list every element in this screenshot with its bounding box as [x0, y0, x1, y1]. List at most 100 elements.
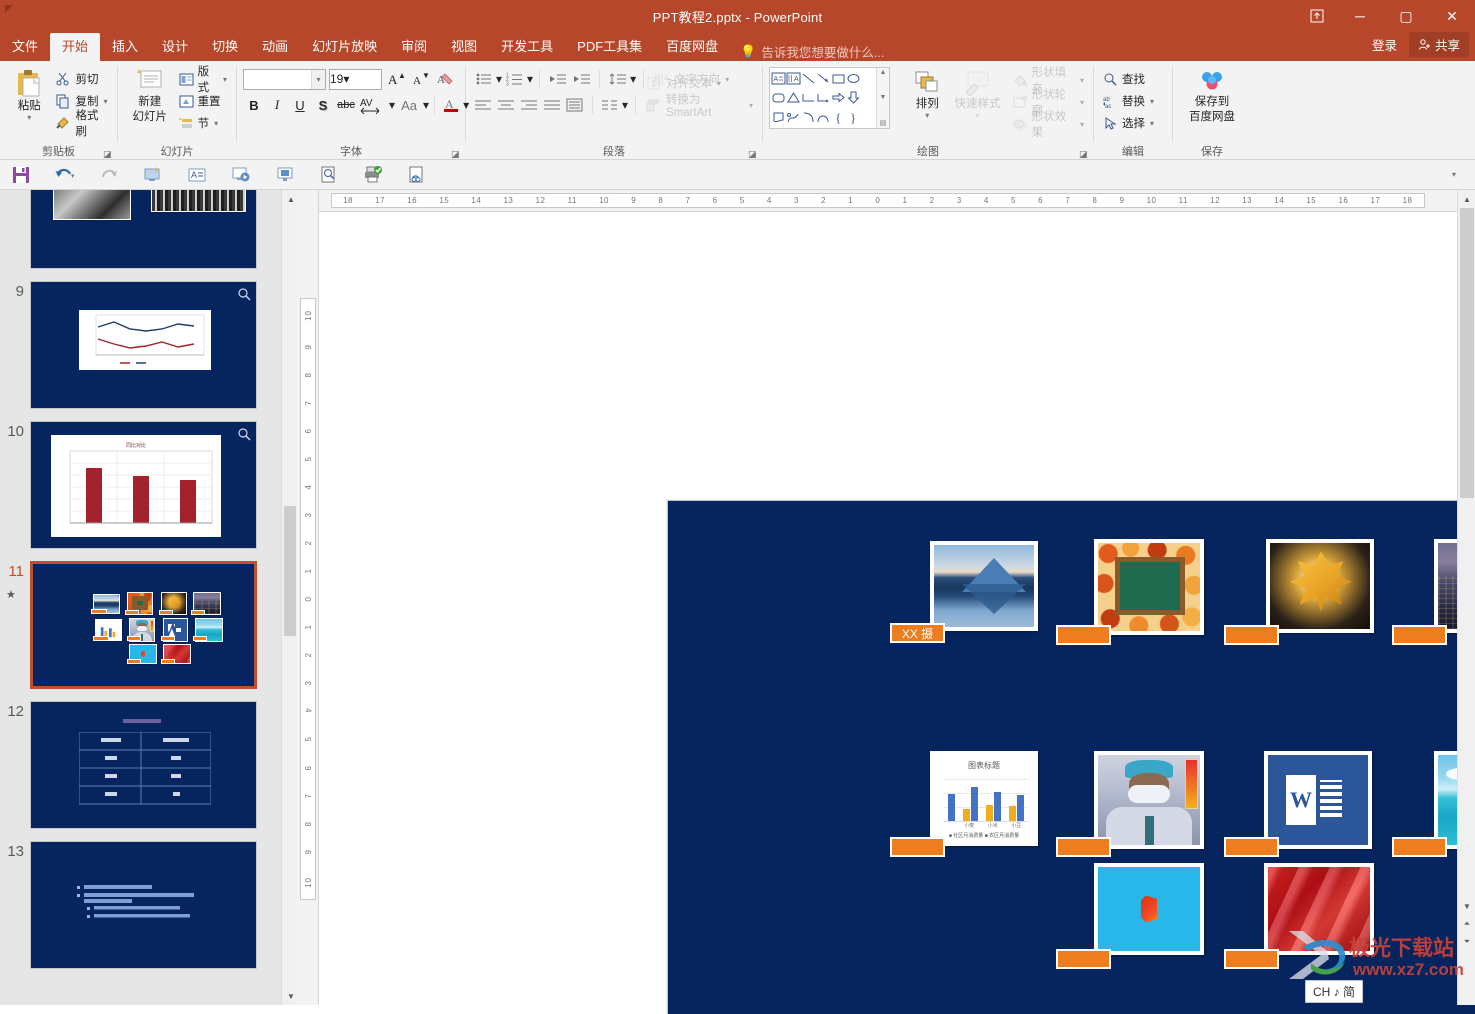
start-from-current-slide-icon[interactable] — [142, 164, 164, 186]
section-button[interactable]: 节 ▾ — [176, 112, 230, 134]
picture-office-logo[interactable] — [1094, 863, 1204, 955]
gallery-more-icon[interactable]: ▤ — [880, 119, 887, 127]
distribute-button[interactable] — [564, 94, 586, 116]
slide-vertical-scrollbar[interactable]: ▲ ▼ ⏶ ⏷ — [1457, 190, 1475, 1005]
chevron-down-icon[interactable]: ▾ — [622, 98, 628, 112]
font-dialog-launcher[interactable]: ◪ — [451, 149, 461, 159]
chevron-down-icon[interactable]: ▾ — [725, 75, 729, 84]
align-center-button[interactable] — [495, 94, 517, 116]
change-case-button[interactable]: Aa — [396, 94, 422, 116]
shape-elbow-connector[interactable] — [801, 88, 816, 107]
scroll-up-button[interactable]: ▲ — [1458, 190, 1475, 208]
ime-indicator[interactable]: CH ♪ 简 — [1304, 980, 1363, 1003]
tab-insert[interactable]: 插入 — [100, 33, 150, 61]
thumbnail-slide-8[interactable] — [30, 190, 257, 269]
shape-pentagon[interactable] — [771, 108, 786, 127]
tag-xx-she[interactable]: XX 摄 — [890, 623, 945, 643]
hyperlink-icon[interactable] — [406, 164, 428, 186]
shape-left-brace[interactable]: { — [831, 108, 846, 127]
shape-triangle[interactable] — [786, 88, 801, 107]
chevron-up-icon[interactable]: ▲ — [880, 69, 887, 76]
columns-button[interactable] — [599, 94, 621, 116]
convert-to-smartart-button[interactable]: 转换为 SmartArt ▾ — [643, 94, 756, 119]
slide-edit-area[interactable]: 18 17 16 15 14 13 12 11 10 9 8 7 6 5 4 3 2 1 0 1 2 3 4 5 6 7 8 9 10 1… — [319, 190, 1475, 1014]
shape-vertical-textbox[interactable]: A — [786, 69, 801, 88]
italic-button[interactable]: I — [266, 94, 288, 116]
quick-print-icon[interactable] — [362, 164, 384, 186]
shape-textbox[interactable]: A — [771, 69, 786, 88]
align-left-button[interactable] — [472, 94, 494, 116]
shape-line[interactable] — [801, 69, 816, 88]
shape-right-arrow[interactable] — [831, 88, 846, 107]
font-color-button[interactable]: A — [440, 94, 462, 116]
close-button[interactable]: ✕ — [1429, 0, 1475, 32]
shape-arc[interactable] — [801, 108, 816, 127]
scroll-thumb[interactable] — [284, 506, 296, 636]
tab-animations[interactable]: 动画 — [250, 33, 300, 61]
chevron-down-icon[interactable]: ▾ — [976, 111, 980, 120]
clear-formatting-button[interactable]: A — [435, 68, 457, 90]
thumbnail-slide-12[interactable] — [30, 701, 257, 829]
shape-rounded-rectangle[interactable] — [771, 88, 786, 107]
tag-picture-9[interactable] — [1056, 949, 1111, 969]
chevron-down-icon[interactable]: ▾ — [925, 111, 929, 120]
bullets-button[interactable] — [472, 68, 495, 90]
picture-chalkboard[interactable] — [1094, 539, 1204, 635]
slide-thumbnail-pane[interactable]: 9 10 同比对比 11 W ★ 12 13 ▲ ▼ — [0, 190, 297, 1005]
chevron-down-icon[interactable]: ▾ — [630, 72, 636, 86]
chevron-down-icon[interactable]: ▾ — [1080, 120, 1084, 129]
tab-slideshow[interactable]: 幻灯片放映 — [300, 33, 389, 61]
redo-icon[interactable] — [98, 164, 120, 186]
increase-indent-button[interactable] — [570, 68, 593, 90]
align-right-button[interactable] — [518, 94, 540, 116]
tag-picture-8[interactable] — [1392, 837, 1447, 857]
print-preview-icon[interactable] — [318, 164, 340, 186]
thumbnail-row[interactable] — [0, 190, 280, 275]
shape-right-brace[interactable]: } — [846, 108, 861, 127]
start-slideshow-icon[interactable] — [230, 164, 252, 186]
thumbnail-scrollbar[interactable]: ▲ ▼ — [281, 190, 297, 1005]
chevron-down-icon[interactable]: ▾ — [1150, 119, 1154, 128]
font-size-input[interactable]: 19 ▾ — [329, 68, 382, 90]
chevron-down-icon[interactable]: ▾ — [1080, 98, 1084, 107]
tab-pdf-tools[interactable]: PDF工具集 — [565, 33, 654, 61]
chevron-down-icon[interactable]: ▾ — [389, 98, 395, 112]
line-spacing-button[interactable] — [606, 68, 629, 90]
increase-font-size-button[interactable]: A ▲ — [385, 68, 407, 90]
thumbnail-slide-13[interactable] — [30, 841, 257, 969]
chevron-down-icon[interactable]: ▾ — [1080, 76, 1084, 85]
tag-picture-5[interactable] — [890, 837, 945, 857]
maximize-button[interactable]: ▢ — [1383, 0, 1429, 32]
tab-home[interactable]: 开始 — [50, 33, 101, 61]
thumbnail-row[interactable]: 9 — [0, 275, 280, 415]
tab-developer[interactable]: 开发工具 — [489, 33, 565, 61]
tab-design[interactable]: 设计 — [150, 33, 200, 61]
shape-curve[interactable] — [816, 108, 831, 127]
shapes-gallery-scrollbar[interactable]: ▲ ▼ ▤ — [876, 68, 889, 128]
chevron-down-icon[interactable]: ▾ — [27, 113, 31, 122]
clipboard-dialog-launcher[interactable]: ◪ — [103, 149, 113, 159]
chevron-down-icon[interactable]: ▾ — [223, 75, 227, 84]
thumbnail-row[interactable]: 12 — [0, 695, 280, 835]
tag-picture-6[interactable] — [1056, 837, 1111, 857]
reset-button[interactable]: 重置 — [176, 90, 230, 112]
previous-slide-button[interactable]: ⏶ — [1458, 915, 1475, 933]
undo-icon[interactable]: ▾ — [54, 164, 76, 186]
find-button[interactable]: 查找 — [1100, 68, 1157, 90]
chevron-down-icon[interactable]: ▾ — [527, 72, 533, 86]
bold-button[interactable]: B — [243, 94, 265, 116]
chevron-down-icon[interactable]: ▾ — [496, 72, 502, 86]
thumbnail-row[interactable]: 13 — [0, 835, 280, 975]
shape-down-arrow[interactable] — [846, 88, 861, 107]
tab-transitions[interactable]: 切换 — [200, 33, 250, 61]
thumbnail-row[interactable]: 10 同比对比 — [0, 415, 280, 555]
chevron-down-icon[interactable]: ▾ — [1150, 97, 1154, 106]
tag-picture-10[interactable] — [1224, 949, 1279, 969]
save-icon[interactable] — [10, 164, 32, 186]
decrease-font-size-button[interactable]: A ▼ — [410, 68, 432, 90]
picture-fuji[interactable] — [930, 541, 1038, 631]
tab-view[interactable]: 视图 — [439, 33, 489, 61]
shape-elbow-arrow[interactable] — [816, 88, 831, 107]
justify-button[interactable] — [541, 94, 563, 116]
present-online-icon[interactable] — [274, 164, 296, 186]
